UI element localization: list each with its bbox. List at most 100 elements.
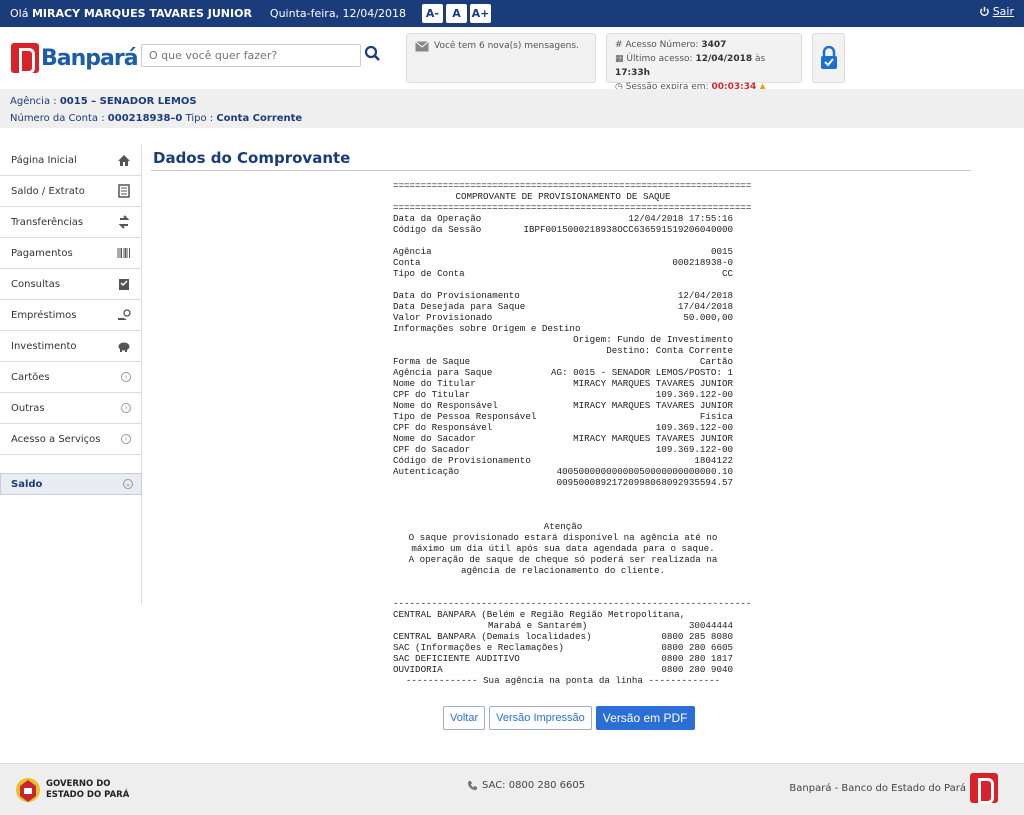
state-seal-icon xyxy=(16,778,40,802)
sidebar-item-transferencias[interactable]: Transferências xyxy=(0,207,141,238)
header: Banpará Você tem 6 nova(s) mensagens. # … xyxy=(0,27,1024,92)
receipt-row: Data do Provisionamento 12/04/2018 xyxy=(393,290,733,301)
access-info-box: # Acesso Número: 3407 ▦ Último acesso: 1… xyxy=(606,33,802,92)
receipt-closing: ------------- Sua agência na ponta da li… xyxy=(405,675,721,686)
receipt-row: Autenticação 4005000000000005000000000000… xyxy=(393,466,733,477)
account-info-band: Agência : 0015 – SENADOR LEMOS Número da… xyxy=(0,89,1024,128)
sidebar-item-pagina-inicial[interactable]: Página Inicial xyxy=(0,145,141,176)
print-version-button[interactable]: Versão Impressão xyxy=(489,706,592,730)
banpara-logo[interactable]: Banpará xyxy=(11,43,139,74)
user-name: MIRACY MARQUES TAVARES JUNIOR xyxy=(31,7,252,20)
receipt-row: Data Desejada para Saque 17/04/2018 xyxy=(393,301,733,312)
sidebar-item-saldo-extrato[interactable]: Saldo / Extrato xyxy=(0,176,141,207)
account-row: Número da Conta : 000218938–0 Tipo : Con… xyxy=(10,113,303,124)
account-type: Conta Corrente xyxy=(216,113,303,124)
agency-value: 0015 – SENADOR LEMOS xyxy=(59,96,197,107)
last-access-row: ▦ Último acesso: 12/04/2018 às 17:33h xyxy=(615,54,766,78)
font-increase-button[interactable]: A+ xyxy=(469,4,491,23)
messages-box[interactable]: Você tem 6 nova(s) mensagens. xyxy=(406,33,596,83)
saldo-panel-header[interactable]: Saldo ⌄ xyxy=(0,473,142,495)
back-button[interactable]: Voltar xyxy=(443,706,486,730)
contact-central-metro: CENTRAL BANPARA (Belém e Região Região M… xyxy=(393,609,686,620)
font-decrease-button[interactable]: A- xyxy=(421,4,443,23)
divider xyxy=(151,170,971,171)
security-lock-button[interactable] xyxy=(812,33,845,83)
search-button[interactable] xyxy=(364,45,386,67)
receipt-row: Código da Sessão IBPF0015000218938OCC6365… xyxy=(393,224,733,235)
receipt-blank xyxy=(393,576,733,587)
chevron-down-icon: ⌄ xyxy=(123,479,133,489)
lock-check-icon xyxy=(820,46,837,69)
brand-name: Banpará xyxy=(41,45,139,71)
search-input[interactable] xyxy=(141,44,361,67)
receipt-blank xyxy=(393,587,733,598)
receipt-destination: Destino: Conta Corrente xyxy=(606,345,733,356)
messages-text: Você tem 6 nova(s) mensagens. xyxy=(434,41,579,51)
chevron-right-icon: › xyxy=(121,403,131,413)
phone-icon xyxy=(468,781,477,791)
hash-icon: # xyxy=(615,40,623,50)
contact-row: SAC DEFICIENTE AUDITIVO 0800 280 1817 xyxy=(393,653,733,664)
receipt-row: Data da Operação 12/04/2018 17:55:16 xyxy=(393,213,733,224)
chevron-right-icon: › xyxy=(121,434,131,444)
sidebar-menu: Página Inicial Saldo / Extrato Transferê… xyxy=(0,145,142,605)
gov-line2: ESTADO DO PARÁ xyxy=(46,790,130,800)
sidebar-item-consultas[interactable]: Consultas xyxy=(0,269,141,300)
receipt: ========================================… xyxy=(393,180,752,686)
contact-row: CENTRAL BANPARA (Demais localidades) 0800… xyxy=(393,631,733,642)
receipt-row: Valor Provisionado 50.000,00 xyxy=(393,312,733,323)
receipt-row: CPF do Responsável 109.369.122-00 xyxy=(393,422,733,433)
receipt-blank xyxy=(393,488,733,499)
sac-info: SAC: 0800 280 6605 xyxy=(467,780,585,791)
logout-label: Sair xyxy=(992,5,1014,18)
pdf-version-button[interactable]: Versão em PDF xyxy=(595,706,695,730)
transfer-icon xyxy=(117,215,131,229)
greeting: Olá MIRACY MARQUES TAVARES JUNIOR xyxy=(10,7,252,20)
receipt-row: Nome do Sacador MIRACY MARQUES TAVARES JU… xyxy=(393,433,733,444)
sidebar-item-investimento[interactable]: Investimento xyxy=(0,331,141,362)
sidebar-item-acesso-servicos[interactable]: Acesso a Serviços › xyxy=(0,424,141,455)
account-number: 000218938–0 xyxy=(107,113,183,124)
receipt-row: CPF do Titular 109.369.122-00 xyxy=(393,389,733,400)
receipt-heading: COMPROVANTE DE PROVISIONAMENTO DE SAQUE xyxy=(455,191,671,202)
receipt-separator: ========================================… xyxy=(393,180,752,191)
font-reset-button[interactable]: A xyxy=(445,4,467,23)
chevron-right-icon: › xyxy=(121,372,131,382)
receipt-info-label: Informações sobre Origem e Destino xyxy=(393,323,581,334)
sac-text: SAC: 0800 280 6605 xyxy=(482,780,586,791)
attention-title: Atenção xyxy=(543,521,583,532)
calendar-icon: ▦ xyxy=(615,54,624,64)
agency-row: Agência : 0015 – SENADOR LEMOS xyxy=(10,96,197,107)
receipt-row: Forma de Saque Cartão xyxy=(393,356,733,367)
receipt-row: Agência 0015 xyxy=(393,246,733,257)
statement-icon xyxy=(117,184,131,198)
sidebar-item-outras[interactable]: Outras › xyxy=(0,393,141,424)
contact-row: OUVIDORIA 0800 280 9040 xyxy=(393,664,733,675)
government-logo: GOVERNO DO ESTADO DO PARÁ xyxy=(14,772,129,808)
page-title: Dados do Comprovante xyxy=(153,149,351,167)
font-size-controls: A- A A+ xyxy=(421,4,491,23)
sidebar-item-emprestimos[interactable]: Empréstimos xyxy=(0,300,141,331)
envelope-icon xyxy=(415,41,429,52)
attention-line: O saque provisionado estará disponível n… xyxy=(408,532,718,543)
access-number-row: # Acesso Número: 3407 xyxy=(615,40,727,50)
power-icon xyxy=(979,6,989,16)
contact-row: SAC (Informações e Reclamações) 0800 280 … xyxy=(393,642,733,653)
gov-line1: GOVERNO DO xyxy=(46,779,111,789)
logout-link[interactable]: Sair xyxy=(979,5,1014,18)
barcode-icon xyxy=(117,246,131,260)
contact-central-metro-2: Marabá e Santarém) 30044444 xyxy=(488,620,733,631)
loan-icon xyxy=(117,308,131,322)
clipboard-icon xyxy=(117,277,131,291)
receipt-separator: ========================================… xyxy=(393,202,752,213)
receipt-row: CPF do Sacador 109.369.122-00 xyxy=(393,444,733,455)
sidebar-item-cartoes[interactable]: Cartões › xyxy=(0,362,141,393)
footer: GOVERNO DO ESTADO DO PARÁ SAC: 0800 280 6… xyxy=(0,763,1024,815)
sidebar-item-pagamentos[interactable]: Pagamentos xyxy=(0,238,141,269)
receipt-row: Tipo de Pessoa Responsável Física xyxy=(393,411,733,422)
receipt-blank xyxy=(393,279,733,290)
current-date: Quinta-feira, 12/04/2018 xyxy=(269,7,406,20)
attention-line: máximo um dia útil após sua data agendad… xyxy=(411,543,715,554)
receipt-separator: ----------------------------------------… xyxy=(393,598,752,609)
top-bar: Olá MIRACY MARQUES TAVARES JUNIOR Quinta… xyxy=(0,0,1024,27)
